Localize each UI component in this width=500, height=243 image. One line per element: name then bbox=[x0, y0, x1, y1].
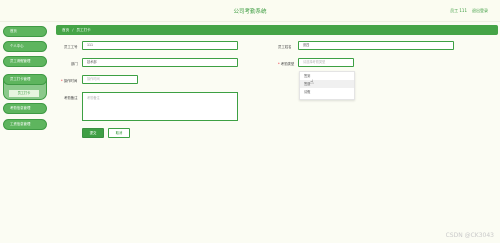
top-bar: 公司考勤系统 员工 111 退出登录 bbox=[0, 0, 500, 22]
sidebar-item-leave[interactable]: 员工请假管理 bbox=[3, 56, 47, 67]
breadcrumb-home[interactable]: 首页 bbox=[62, 28, 69, 32]
department-field[interactable]: 技术部 bbox=[82, 58, 238, 67]
attendance-type-label: *考勤类型 bbox=[278, 62, 295, 66]
punch-time-label: *操作时间 bbox=[61, 79, 78, 83]
app-title: 公司考勤系统 bbox=[233, 9, 267, 15]
department-label: 部门 bbox=[71, 62, 78, 66]
sidebar-item-home[interactable]: 首页 bbox=[3, 26, 47, 37]
employee-id-field[interactable]: 111 bbox=[82, 41, 238, 50]
logout-link[interactable]: 退出登录 bbox=[472, 8, 488, 14]
employee-name-field[interactable]: 张四 bbox=[298, 41, 454, 50]
breadcrumb-current: 员工打卡 bbox=[76, 28, 91, 32]
option-sign-out[interactable]: 签退 bbox=[300, 80, 354, 88]
remark-textarea[interactable]: 考勤备注 bbox=[82, 92, 238, 121]
submit-button[interactable]: 提交 bbox=[82, 128, 104, 138]
option-sign-in[interactable]: 签到 bbox=[300, 72, 354, 80]
employee-name-label: 员工姓名 bbox=[278, 45, 292, 49]
sidebar-item-attendance[interactable]: 考勤信息管理 bbox=[3, 103, 47, 114]
hand-cursor-icon: ☝ bbox=[310, 79, 314, 86]
option-leave[interactable]: 请假 bbox=[300, 88, 354, 96]
watermark: CSDN @CK3043 bbox=[445, 232, 494, 239]
employee-id-label: 员工工号 bbox=[64, 45, 78, 49]
sidebar-item-profile[interactable]: 个人中心 bbox=[3, 41, 47, 52]
sidebar-item-salary[interactable]: 工资信息管理 bbox=[3, 119, 47, 130]
punch-time-field[interactable]: 操作时间 bbox=[82, 75, 138, 84]
sidebar: 首页 个人中心 员工请假管理 员工打卡管理 员工打卡 考勤信息管理 工资信息管理 bbox=[0, 22, 52, 243]
breadcrumb-separator: / bbox=[72, 28, 74, 32]
sidebar-item-punch[interactable]: 员工打卡管理 bbox=[3, 74, 47, 85]
attendance-type-select[interactable]: 请选择考勤类型 bbox=[298, 58, 354, 67]
breadcrumb: 首页 / 员工打卡 bbox=[56, 25, 498, 35]
sidebar-subitem-punch[interactable]: 员工打卡 bbox=[9, 90, 39, 97]
attendance-type-dropdown: 签到 签退 请假 bbox=[299, 71, 355, 100]
cancel-button[interactable]: 取消 bbox=[108, 128, 130, 138]
remark-label: 考勤备注 bbox=[64, 96, 78, 100]
current-user: 员工 111 bbox=[450, 8, 467, 13]
